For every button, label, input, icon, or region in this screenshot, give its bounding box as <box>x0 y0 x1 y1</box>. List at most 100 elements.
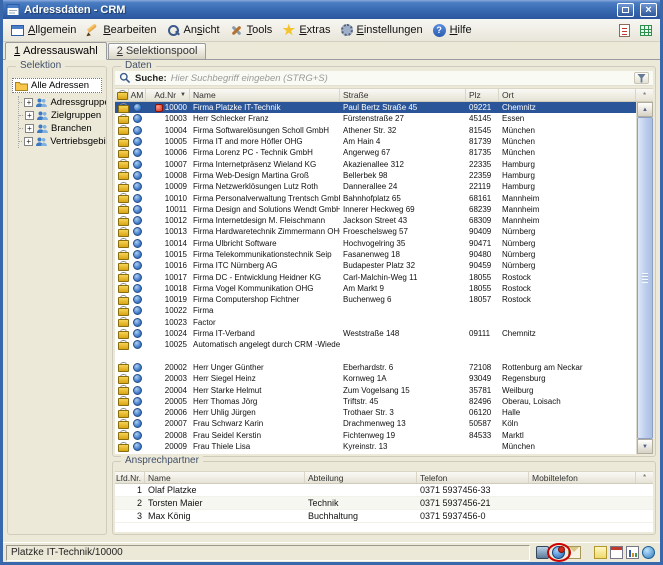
address-street: Weststraße 148 <box>340 328 466 339</box>
header-strasse[interactable]: Straße <box>340 89 466 101</box>
tree-item[interactable]: + Adressgruppen <box>19 96 106 109</box>
address-row[interactable]: 10011 Firma Design and Solutions Wendt G… <box>115 204 636 215</box>
address-city: München <box>499 147 636 158</box>
address-row[interactable]: 10010 Firma Personalverwaltung Trentsch … <box>115 192 636 203</box>
header-adnr[interactable]: Ad.Nr▼ <box>146 89 190 101</box>
address-row[interactable]: 20002 Herr Unger Günther Eberhardstr. 6 … <box>115 362 636 373</box>
address-row[interactable]: 10025 Automatisch angelegt durch CRM -Wi… <box>115 339 636 350</box>
address-name: Firma Lorenz PC - Technik GmbH <box>190 147 340 158</box>
address-type-icon <box>133 182 142 191</box>
header-ort[interactable]: Ort <box>499 89 636 101</box>
address-row[interactable]: 10007 Firma Internetpräsenz Wieland KG A… <box>115 158 636 169</box>
address-street: Jackson Street 43 <box>340 215 466 226</box>
header-am[interactable]: AM <box>129 89 146 101</box>
customize-columns-button[interactable]: * <box>636 88 653 102</box>
address-city: Nürnberg <box>499 238 636 249</box>
address-row[interactable]: 20003 Herr Siegel Heinz Kornweg 1A 93049… <box>115 373 636 384</box>
lock-icon <box>118 238 127 248</box>
address-row[interactable]: 20005 Herr Thomas Jörg Triftstr. 45 8249… <box>115 396 636 407</box>
address-row[interactable]: 10012 Firma Internetdesign M. Fleischman… <box>115 215 636 226</box>
menu-hilfe[interactable]: ? Hilfe <box>429 22 478 39</box>
scrollbar-thumb[interactable] <box>637 117 653 439</box>
address-row[interactable]: 10024 Firma IT-Verband Weststraße 148 09… <box>115 328 636 339</box>
menu-extras[interactable]: Extras <box>278 22 336 39</box>
address-row[interactable]: 10003 Herr Schlecker Franz Fürstenstraße… <box>115 113 636 124</box>
header-abteilung[interactable]: Abteilung <box>305 472 417 483</box>
tree-item[interactable]: + Branchen <box>19 122 106 135</box>
minimize-icon <box>622 7 629 13</box>
tab-selektionspool[interactable]: 2Selektionspool <box>108 43 207 59</box>
menu-einstellungen[interactable]: Einstellungen <box>337 22 429 38</box>
address-row[interactable]: 10009 Firma Netzwerklösungen Lutz Roth D… <box>115 181 636 192</box>
menu-tools[interactable]: Tools <box>226 22 279 39</box>
address-row[interactable]: 10015 Firma Telekommunikationstechnik Se… <box>115 249 636 260</box>
address-row[interactable]: 10022 Firma <box>115 305 636 316</box>
header-contact-name[interactable]: Name <box>145 472 305 483</box>
address-row[interactable]: 10000 Firma Platzke IT-Technik Paul Bert… <box>115 102 636 113</box>
contact-number: 1 <box>115 484 145 496</box>
address-row[interactable]: 10004 Firma Softwarelösungen Scholl GmbH… <box>115 125 636 136</box>
address-name: Herr Uhlig Jürgen <box>190 407 340 418</box>
address-type-icon <box>133 171 142 180</box>
lock-icon <box>118 137 127 147</box>
search-input[interactable] <box>171 72 630 85</box>
menu-bearbeiten[interactable]: Bearbeiten <box>82 22 162 39</box>
header-plz[interactable]: Plz <box>466 89 499 101</box>
contact-mobile <box>529 484 653 496</box>
header-telefon[interactable]: Telefon <box>417 472 529 483</box>
menu-ansicht[interactable]: Ansicht <box>163 22 226 39</box>
expand-icon[interactable]: + <box>24 98 33 107</box>
menu-allgemein[interactable]: Allgemein <box>7 22 82 38</box>
search-options-button[interactable] <box>634 72 649 84</box>
header-name[interactable]: Name <box>190 89 340 101</box>
vertical-scrollbar[interactable]: ▲ ▼ <box>636 102 653 454</box>
scroll-up-button[interactable]: ▲ <box>637 102 653 117</box>
phone-status-icon[interactable] <box>552 546 565 559</box>
tab-adressauswahl[interactable]: 1Adressauswahl <box>5 42 107 60</box>
expand-icon[interactable]: + <box>24 137 33 146</box>
contact-row[interactable]: 1 Olaf Platzke 0371 5937456-33 <box>115 484 653 497</box>
address-row[interactable]: 10013 Firma Hardwaretechnik Zimmermann O… <box>115 226 636 237</box>
address-row[interactable]: 10019 Firma Computershop Fichtner Buchen… <box>115 294 636 305</box>
contacts-customize-button[interactable]: * <box>636 471 653 484</box>
expand-icon[interactable]: + <box>25 111 34 120</box>
report-button[interactable] <box>614 21 635 40</box>
address-row[interactable]: 10006 Firma Lorenz PC - Technik GmbH Ang… <box>115 147 636 158</box>
address-row[interactable]: 20004 Herr Starke Helmut Zum Vogelsang 1… <box>115 384 636 395</box>
address-row[interactable]: 10017 Firma DC - Entwicklung Heidner KG … <box>115 271 636 282</box>
mail-icon[interactable] <box>568 546 581 559</box>
address-row[interactable]: 10014 Firma Ulbricht Software Hochvogelr… <box>115 238 636 249</box>
address-row[interactable]: 10005 Firma IT and more Höfler OHG Am Ha… <box>115 136 636 147</box>
globe-icon[interactable] <box>642 546 655 559</box>
chart-icon[interactable] <box>626 546 639 559</box>
tree-item[interactable]: + Vertriebsgebiete <box>19 135 106 148</box>
header-lfdnr[interactable]: Lfd.Nr. <box>115 472 145 483</box>
address-row[interactable]: 10023 Factor <box>115 317 636 328</box>
scroll-down-button[interactable]: ▼ <box>637 439 653 454</box>
monitor-icon[interactable] <box>536 546 549 559</box>
address-row[interactable]: 10018 Firma Vogel Kommunikation OHG Am M… <box>115 283 636 294</box>
header-label: Lfd.Nr. <box>116 473 141 483</box>
notes-icon[interactable] <box>594 546 607 559</box>
address-row[interactable]: 20009 Frau Thiele Lisa Kyreinstr. 13 Mün… <box>115 441 636 452</box>
close-button[interactable]: × <box>640 3 657 17</box>
address-row[interactable]: 20007 Frau Schwarz Karin Drachmenweg 13 … <box>115 418 636 429</box>
address-row[interactable]: 10008 Firma Web-Design Martina Groß Bell… <box>115 170 636 181</box>
address-row[interactable]: 20006 Herr Uhlig Jürgen Trothaer Str. 3 … <box>115 407 636 418</box>
menu-label: Allgemein <box>28 24 76 36</box>
minimize-button[interactable] <box>617 3 634 17</box>
contact-row[interactable]: 2 Torsten Maier Technik 0371 5937456-21 <box>115 497 653 510</box>
contact-row[interactable]: 3 Max König Buchhaltung 0371 5937456-0 <box>115 510 653 523</box>
tree-item[interactable]: + Zielgruppen <box>19 109 106 122</box>
calendar-icon[interactable] <box>610 546 623 559</box>
header-mobiltelefon[interactable]: Mobiltelefon <box>529 472 636 483</box>
export-button[interactable] <box>635 21 656 40</box>
address-zip: 68161 <box>466 192 499 203</box>
address-row[interactable] <box>115 351 636 362</box>
expand-icon[interactable]: + <box>25 124 34 133</box>
header-lock-column[interactable] <box>115 89 129 101</box>
tree-root-alle-adressen[interactable]: Alle Adressen <box>12 78 102 93</box>
address-row[interactable]: 10016 Firma ITC Nürnberg AG Budapester P… <box>115 260 636 271</box>
tree-item-label: Adressgruppen <box>50 97 106 108</box>
address-row[interactable]: 20008 Frau Seidel Kerstin Fichtenweg 19 … <box>115 430 636 441</box>
